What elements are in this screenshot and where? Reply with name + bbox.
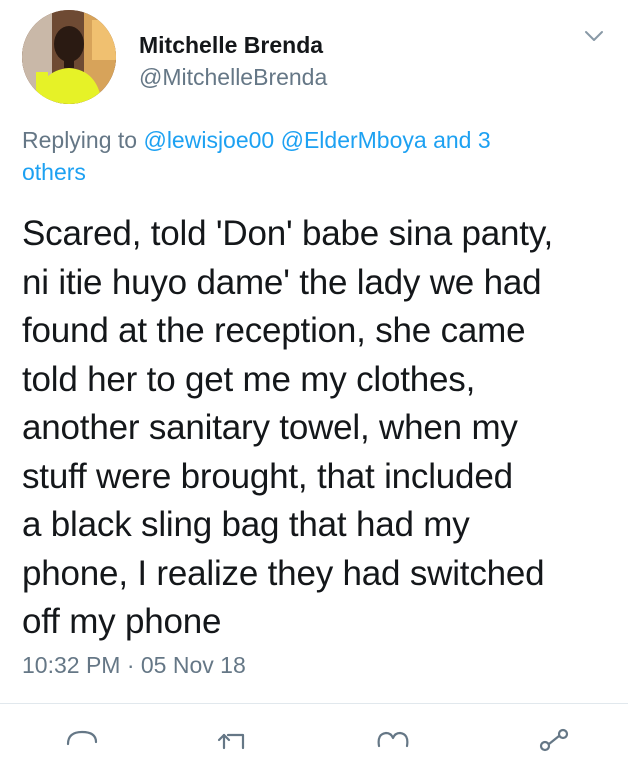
others-link-part-1: and 3 — [433, 127, 491, 153]
tweet-timestamp[interactable]: 10:32 PM · 05 Nov 18 — [22, 652, 246, 679]
tweet-text-line: told her to get me my clothes, — [22, 359, 476, 399]
tweet-text-line: another sanitary towel, when my — [22, 408, 518, 447]
tweet-text-line: off my phone — [22, 602, 222, 641]
tweet-card: Mitchelle Brenda @MitchelleBrenda Replyi… — [0, 0, 628, 752]
others-link-part-2: others — [22, 159, 86, 185]
tweet-text-line: ni itie huyo dame' the lady we had — [22, 262, 542, 302]
author-handle[interactable]: @MitchelleBrenda — [139, 64, 327, 91]
mention-eldermboya[interactable]: @ElderMboya — [281, 127, 427, 153]
reply-icon[interactable] — [62, 724, 102, 754]
chevron-down-icon[interactable] — [583, 28, 605, 44]
divider — [0, 703, 628, 704]
replying-to-label: Replying to — [22, 127, 138, 153]
heart-icon[interactable] — [373, 724, 413, 754]
mention-lewisjoe00[interactable]: @lewisjoe00 — [143, 127, 274, 153]
avatar[interactable] — [22, 10, 116, 104]
share-icon[interactable] — [535, 724, 575, 754]
tweet-text-line: found at the reception, she came — [22, 311, 526, 350]
tweet-text-line: Scared, told 'Don' babe sina panty, — [22, 214, 554, 253]
tweet-text: Scared, told 'Don' babe sina panty, ni i… — [22, 210, 622, 647]
replying-to: Replying to @lewisjoe00 @ElderMboya and … — [22, 124, 602, 188]
retweet-icon[interactable] — [215, 724, 255, 754]
tweet-text-line: phone, I realize they had switched — [22, 553, 545, 593]
tweet-text-line: stuff were brought, that included — [22, 456, 513, 496]
author-name[interactable]: Mitchelle Brenda — [139, 32, 323, 59]
tweet-text-line: a black sling bag that had my — [22, 505, 470, 544]
